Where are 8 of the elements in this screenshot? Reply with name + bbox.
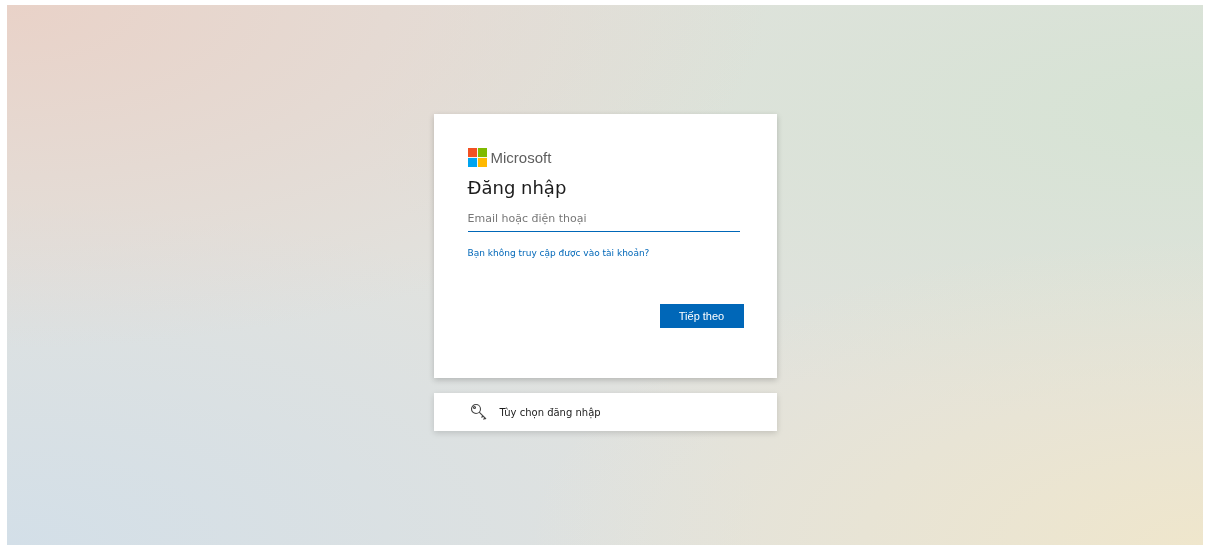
brand-name: Microsoft: [490, 149, 552, 166]
account-help-link[interactable]: Bạn không truy cập được vào tài khoản?: [467, 248, 650, 258]
key-icon: [469, 403, 488, 421]
next-button[interactable]: Tiếp theo: [659, 304, 744, 328]
logo-icon: [467, 148, 487, 167]
page-title: Đăng nhập: [467, 177, 567, 198]
email-field[interactable]: Email hoặc điện thoại: [467, 208, 740, 232]
sign-in-options-button[interactable]: Tùy chọn đăng nhập: [433, 393, 777, 431]
